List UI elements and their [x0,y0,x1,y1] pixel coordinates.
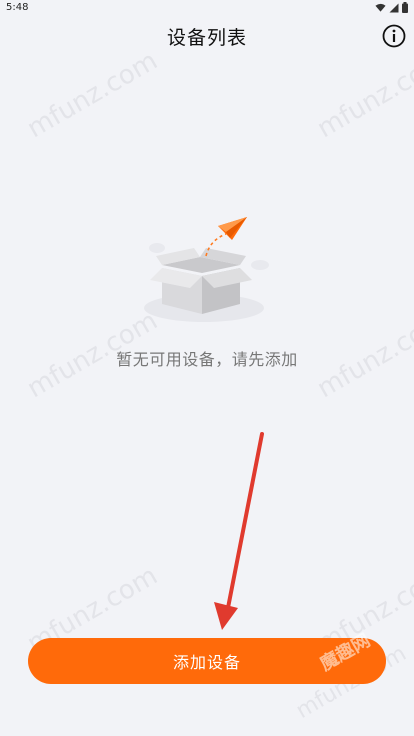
wifi-icon [375,3,386,13]
status-time: 5:48 [6,2,29,13]
status-bar: 5:48 [0,0,414,18]
watermark: mfunz.com [312,45,414,145]
watermark: mfunz.com [22,45,163,145]
empty-box-icon [140,210,275,335]
empty-state-message: 暂无可用设备，请先添加 [116,350,298,369]
battery-icon [402,2,408,13]
add-device-button[interactable]: 添加设备 [28,638,386,684]
page-title: 设备列表 [166,27,247,49]
annotation-arrow-icon [200,430,280,640]
app-header: 设备列表 [0,18,414,54]
info-icon[interactable] [382,24,406,48]
signal-icon [389,3,399,13]
status-icons [375,2,408,13]
device-list-screen: 5:48 设备列表 mfunz.com mfunz.com mfunz.com … [0,0,414,736]
